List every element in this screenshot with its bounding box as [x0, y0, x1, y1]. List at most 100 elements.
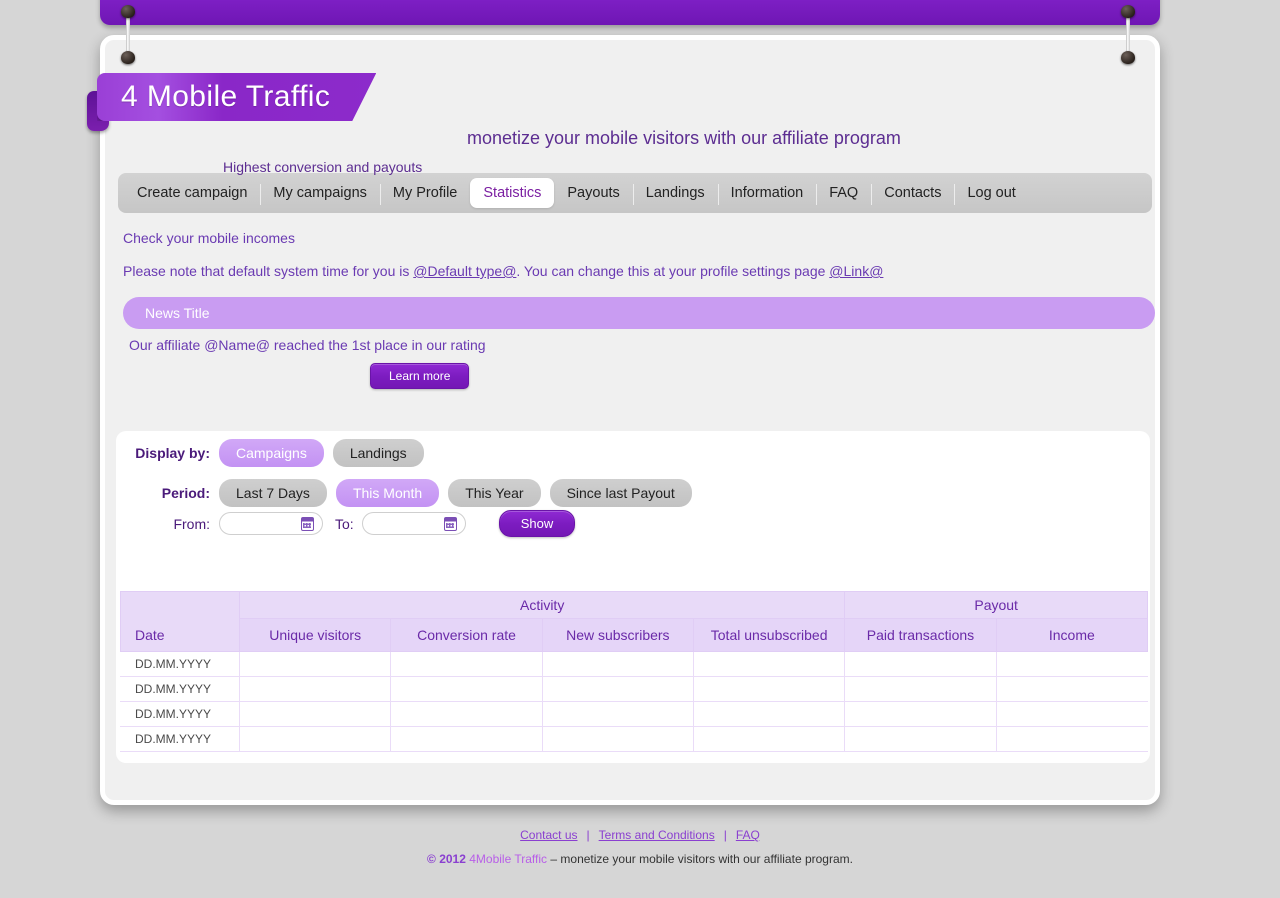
- nav-item-information[interactable]: Information: [717, 178, 817, 208]
- table-cell: [844, 701, 997, 727]
- period-options: Last 7 Days This Month This Year Since last…: [219, 479, 701, 507]
- table-column-header-row: Unique visitors Conversion rate New subscr…: [121, 618, 1149, 652]
- table-column-header-new-subscribers: New subscribers: [541, 618, 694, 652]
- page-footer: Contact us | Terms and Conditions | FAQ © 20…: [0, 828, 1280, 866]
- nav-item-landings[interactable]: Landings: [632, 178, 718, 208]
- table-cell-date: DD.MM.YYYY: [120, 676, 240, 702]
- nav-item-my-campaigns[interactable]: My campaigns: [260, 178, 379, 208]
- from-date-input[interactable]: [228, 513, 306, 534]
- background-sheet: [100, 0, 1160, 25]
- brand-tagline: monetize your mobile visitors with our a…: [467, 128, 901, 148]
- table-cell: [238, 676, 392, 702]
- copyright-mark: © 2012: [427, 852, 466, 866]
- copyright-rest: – monetize your mobile visitors with our…: [550, 852, 853, 866]
- table-column-header-paid-transactions: Paid transactions: [844, 618, 997, 652]
- table-column-header-unique-visitors: Unique visitors: [238, 618, 392, 652]
- table-cell: [692, 651, 846, 677]
- table-head: Date Activity Payout Unique visitors Conver…: [120, 591, 1149, 652]
- period-option-last-7-days[interactable]: Last 7 Days: [219, 479, 327, 507]
- table-header-date: Date: [120, 591, 240, 652]
- page-subtitle: Check your mobile incomes: [123, 230, 295, 246]
- table-column-header-total-unsubscribed: Total unsubscribed: [692, 618, 846, 652]
- calendar-icon[interactable]: [443, 517, 457, 531]
- table-cell: [390, 651, 543, 677]
- table-row: DD.MM.YYYY: [120, 726, 1148, 752]
- table-cell: [541, 726, 694, 752]
- to-date-field[interactable]: [361, 512, 466, 535]
- footer-separator: |: [586, 828, 590, 842]
- table-cell: [541, 701, 694, 727]
- news-title: News Title: [145, 305, 210, 321]
- footer-link-terms-and-conditions[interactable]: Terms and Conditions: [599, 828, 715, 842]
- nav-item-my-profile[interactable]: My Profile: [379, 178, 470, 208]
- table-cell: [692, 701, 846, 727]
- table-body: DD.MM.YYYY DD.MM.YYYY DD.MM.YYYY DD.MM.YYYY: [120, 651, 1148, 752]
- period-option-since-last-payout[interactable]: Since last Payout: [549, 479, 692, 507]
- brand-subtagline: Highest conversion and payouts: [223, 159, 423, 175]
- logo-ribbon: 4 Mobile Traffic: [97, 73, 376, 121]
- period-filter-row: Period: Last 7 Days This Month This Year Si…: [134, 479, 701, 507]
- display-by-label: Display by:: [135, 445, 210, 461]
- table-cell: [390, 726, 543, 752]
- learn-more-button[interactable]: Learn more: [370, 363, 470, 389]
- display-by-filter-row: Display by: Campaigns Landings: [134, 439, 433, 467]
- table-cell: [238, 651, 392, 677]
- table-cell: [390, 676, 543, 702]
- nav-item-payouts[interactable]: Payouts: [554, 178, 632, 208]
- table-row: DD.MM.YYYY: [120, 701, 1148, 727]
- note-text-before: Please note that default system time for…: [123, 263, 414, 279]
- table-cell: [692, 726, 846, 752]
- table-cell: [238, 701, 392, 727]
- display-option-landings[interactable]: Landings: [332, 439, 424, 467]
- nav-item-contacts[interactable]: Contacts: [871, 178, 954, 208]
- nav-item-log-out[interactable]: Log out: [954, 178, 1028, 208]
- to-label: To:: [335, 515, 354, 532]
- logo-text: 4 Mobile Traffic: [121, 80, 331, 113]
- table-cell-date: DD.MM.YYYY: [120, 701, 240, 727]
- news-body-text: Our affiliate @Name@ reached the 1st pla…: [129, 337, 486, 353]
- footer-links: Contact us | Terms and Conditions | FAQ: [0, 828, 1280, 842]
- footer-link-contact-us[interactable]: Contact us: [520, 828, 577, 842]
- table-group-header-activity: Activity: [238, 591, 846, 619]
- system-time-note: Please note that default system time for…: [123, 263, 883, 279]
- main-navigation: Create campaign My campaigns My Profile Sta…: [118, 173, 1152, 213]
- table-cell: [541, 676, 694, 702]
- from-date-field[interactable]: [219, 512, 323, 535]
- pin-left-icon: [121, 5, 135, 64]
- period-option-this-month[interactable]: This Month: [335, 479, 440, 507]
- period-option-this-year[interactable]: This Year: [448, 479, 541, 507]
- footer-separator: |: [723, 828, 727, 842]
- nav-item-faq[interactable]: FAQ: [816, 178, 871, 208]
- table-column-header-income: Income: [995, 618, 1149, 652]
- logo[interactable]: 4 Mobile Traffic: [87, 73, 376, 131]
- table-cell: [541, 651, 694, 677]
- profile-settings-link[interactable]: @Link@: [829, 263, 883, 279]
- footer-copyright: © 2012 4Mobile Traffic – monetize your m…: [0, 852, 1280, 866]
- copyright-brand: 4Mobile Traffic: [469, 852, 548, 866]
- from-label: From:: [173, 515, 210, 532]
- statistics-table: Date Activity Payout Unique visitors Conver…: [120, 591, 1149, 752]
- table-column-header-conversion-rate: Conversion rate: [390, 618, 543, 652]
- table-cell-date: DD.MM.YYYY: [120, 651, 240, 677]
- pin-right-icon: [1121, 5, 1135, 64]
- to-date-input[interactable]: [370, 513, 449, 534]
- table-cell: [995, 676, 1148, 702]
- show-button[interactable]: Show: [498, 510, 576, 537]
- footer-link-faq[interactable]: FAQ: [736, 828, 760, 842]
- main-card: 4 Mobile Traffic monetize your mobile vi…: [87, 35, 1160, 805]
- statistics-panel: Display by: Campaigns Landings Period: La…: [116, 431, 1150, 763]
- table-row: DD.MM.YYYY: [120, 651, 1148, 677]
- table-cell: [995, 701, 1148, 727]
- nav-item-create-campaign[interactable]: Create campaign: [124, 178, 260, 208]
- display-option-campaigns[interactable]: Campaigns: [219, 439, 324, 467]
- table-group-header-row: Date Activity Payout: [120, 591, 1148, 652]
- table-cell: [844, 676, 997, 702]
- period-label: Period:: [161, 485, 210, 501]
- calendar-icon[interactable]: [301, 517, 314, 531]
- table-cell: [238, 726, 392, 752]
- default-type-link[interactable]: @Default type@: [413, 263, 516, 279]
- table-cell-date: DD.MM.YYYY: [120, 726, 240, 752]
- nav-item-statistics[interactable]: Statistics: [470, 178, 555, 208]
- note-text-middle: . You can change this at your profile se…: [516, 263, 830, 279]
- table-cell: [390, 701, 543, 727]
